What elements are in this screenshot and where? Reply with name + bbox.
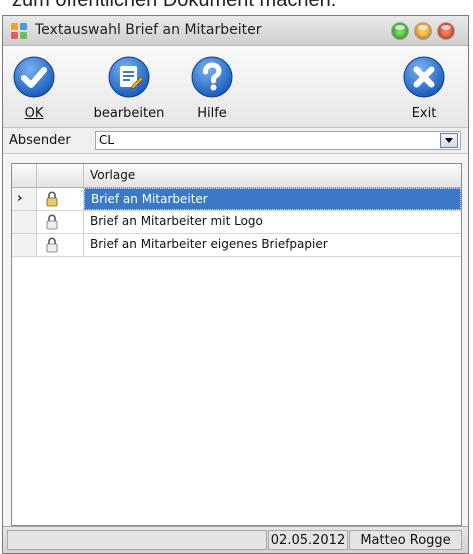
row-vorlage-text: Brief an Mitarbeiter eigenes Briefpapier — [90, 237, 328, 251]
lock-icon — [46, 191, 58, 207]
row-vorlage-cell: Brief an Mitarbeiter eigenes Briefpapier — [84, 234, 461, 256]
lock-icon — [46, 237, 58, 253]
dialog-window: Textauswahl Brief an Mitarbeiter OK bear… — [2, 15, 469, 554]
header-vorlage-label: Vorlage — [90, 168, 136, 182]
page-caption-text: zum öffentlichen Dokument machen. — [12, 0, 337, 11]
checkmark-icon — [13, 56, 55, 98]
row-vorlage-cell: Brief an Mitarbeiter mit Logo — [84, 211, 461, 233]
exit-label: Exit — [411, 106, 437, 121]
status-cell-empty — [7, 530, 267, 550]
row-vorlage-text: Brief an Mitarbeiter mit Logo — [90, 214, 263, 228]
header-indicator-column[interactable] — [12, 164, 37, 187]
window-title: Textauswahl Brief an Mitarbeiter — [35, 22, 262, 38]
template-grid: Vorlage › Brief an Mitarbeiter Brief an … — [11, 163, 462, 526]
table-row[interactable]: Brief an Mitarbeiter mit Logo — [12, 211, 461, 234]
toolbar: OK bearbeiten Hilfe Exit — [3, 46, 468, 128]
grid-header: Vorlage — [12, 164, 461, 188]
row-indicator: › — [12, 188, 37, 210]
edit-button[interactable]: bearbeiten — [89, 46, 169, 128]
status-user: Matteo Rogge — [349, 530, 462, 550]
status-user-text: Matteo Rogge — [360, 533, 451, 548]
header-icon-column[interactable] — [37, 164, 84, 187]
close-window-button[interactable] — [438, 23, 454, 39]
status-date-text: 02.05.2012 — [270, 533, 346, 548]
title-bar[interactable]: Textauswahl Brief an Mitarbeiter — [3, 16, 468, 46]
ok-button[interactable]: OK — [9, 46, 59, 128]
app-icon — [11, 23, 27, 39]
page-caption: zum öffentlichen Dokument machen. — [0, 0, 473, 16]
row-indicator — [12, 211, 37, 233]
status-date: 02.05.2012 — [268, 530, 348, 550]
row-vorlage-text: Brief an Mitarbeiter — [91, 192, 208, 206]
row-indicator — [12, 234, 37, 256]
row-icon-cell — [37, 234, 84, 256]
sender-row: Absender CL — [3, 128, 468, 154]
minimize-button[interactable] — [392, 23, 408, 39]
row-icon-cell — [37, 211, 84, 233]
sender-value: CL — [99, 133, 115, 147]
help-label: Hilfe — [197, 106, 227, 121]
exit-button[interactable]: Exit — [399, 46, 449, 128]
sender-select[interactable]: CL — [95, 131, 461, 150]
ok-label: OK — [24, 106, 44, 121]
row-vorlage-cell: Brief an Mitarbeiter — [84, 188, 461, 210]
edit-label: bearbeiten — [93, 106, 165, 121]
table-row[interactable]: Brief an Mitarbeiter eigenes Briefpapier — [12, 234, 461, 257]
question-icon — [191, 56, 233, 98]
current-row-arrow-icon: › — [17, 191, 23, 206]
maximize-button[interactable] — [415, 23, 431, 39]
chevron-down-icon[interactable] — [440, 133, 458, 148]
edit-document-icon — [108, 56, 150, 98]
row-icon-cell — [37, 188, 84, 210]
sender-label: Absender — [9, 133, 71, 148]
close-icon — [403, 56, 445, 98]
header-vorlage[interactable]: Vorlage — [84, 164, 461, 187]
help-button[interactable]: Hilfe — [187, 46, 237, 128]
lock-icon — [46, 214, 58, 230]
table-row[interactable]: › Brief an Mitarbeiter — [12, 188, 461, 211]
status-bar: 02.05.2012 Matteo Rogge — [3, 526, 468, 553]
